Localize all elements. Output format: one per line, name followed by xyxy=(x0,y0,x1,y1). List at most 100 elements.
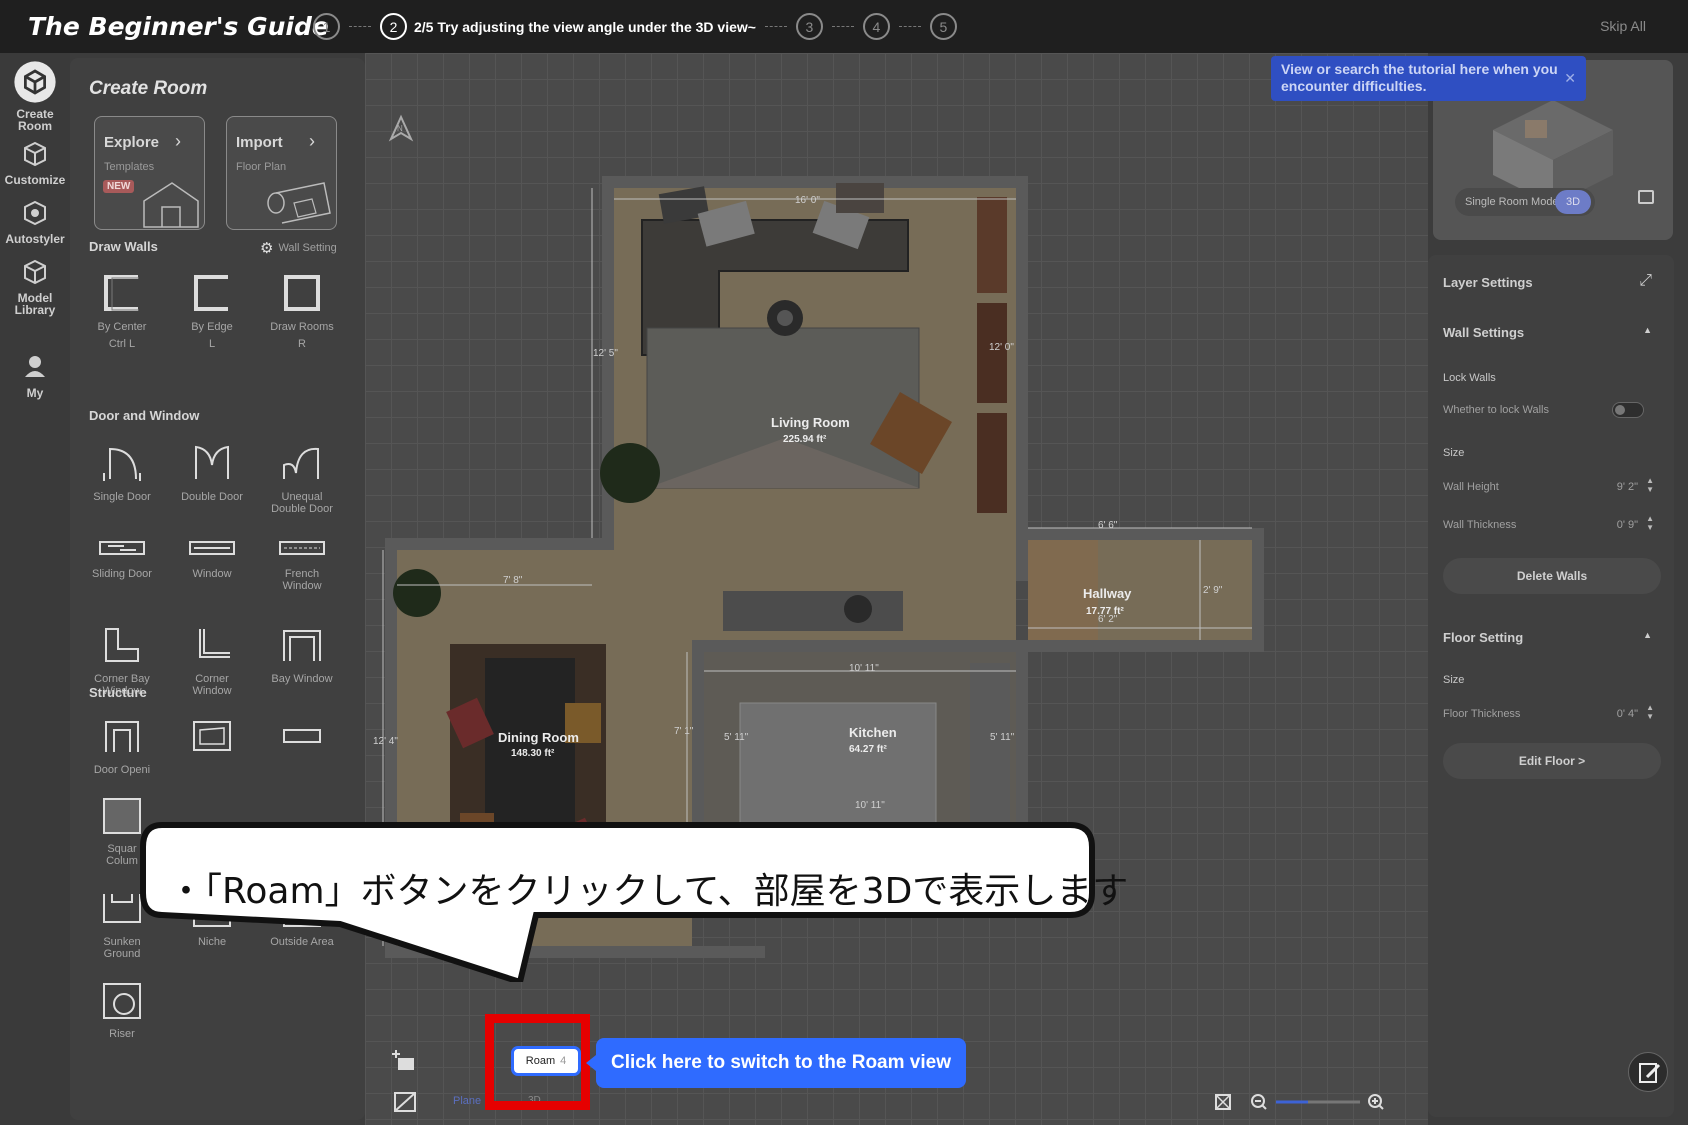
properties-panel: Layer Settings ⤢ Wall Settings ▲ Lock Wa… xyxy=(1428,255,1674,1117)
dim-label: 12' 4" xyxy=(373,736,398,747)
tool-single-door[interactable]: Single Door xyxy=(77,443,167,503)
tool-sliding-door[interactable]: Sliding Door xyxy=(77,536,167,580)
floor-thickness-stepper[interactable]: ▲ ▼ xyxy=(1646,703,1654,721)
collapse-icon[interactable]: ▲ xyxy=(1643,325,1652,335)
rail-model-library[interactable]: Model Library xyxy=(0,256,70,316)
tool-corner-window[interactable]: Corner Window xyxy=(167,625,257,697)
floor-thickness-label: Floor Thickness xyxy=(1443,708,1521,720)
unequal-double-door-icon xyxy=(283,447,319,479)
layer-settings-heading: Layer Settings xyxy=(1443,275,1533,290)
sliding-door-icon xyxy=(99,541,145,555)
blueprint-roll-icon xyxy=(267,182,331,224)
card-title: Explore xyxy=(104,134,160,151)
square-column-icon xyxy=(103,798,141,834)
roam-shortcut: 4 xyxy=(560,1055,567,1067)
tool-label: Window xyxy=(282,580,322,592)
import-floor-plan-card[interactable]: Import › Floor Plan xyxy=(226,116,337,230)
floor-add-icon[interactable] xyxy=(392,1048,418,1072)
roam-button[interactable]: Roam 4 xyxy=(511,1046,581,1076)
room-name: Hallway xyxy=(1083,586,1132,601)
plane-view-tab[interactable]: Plane xyxy=(453,1095,481,1107)
tool-double-door[interactable]: Double Door xyxy=(167,443,257,503)
delete-walls-button[interactable]: Delete Walls xyxy=(1443,558,1661,594)
rail-label: My xyxy=(26,386,44,400)
tool-draw-rooms[interactable]: Draw Rooms R xyxy=(257,273,347,350)
tool-door-opening[interactable]: Door Openi xyxy=(77,716,167,776)
3d-view-toggle[interactable]: 3D xyxy=(1555,190,1591,214)
external-window-icon[interactable] xyxy=(1638,190,1654,204)
layer-toggle-icon[interactable] xyxy=(392,1090,418,1114)
tool-window[interactable]: Window xyxy=(167,536,257,580)
rail-create-room[interactable]: Create Room xyxy=(0,60,70,132)
dim-label: 10' 11" xyxy=(849,663,879,674)
room-name: Kitchen xyxy=(849,725,897,740)
step-divider xyxy=(898,26,921,27)
wall-setting-label: Wall Setting xyxy=(278,242,337,254)
wall-setting-button[interactable]: ⚙ Wall Setting xyxy=(260,239,337,257)
dim-label: 12' 5" xyxy=(593,348,618,359)
bubble-text: ・「Roam」ボタンをクリックして、部屋を3Dで表示します xyxy=(168,871,1129,912)
new-badge: NEW xyxy=(103,180,135,193)
step-1[interactable]: 1 xyxy=(313,13,340,40)
wall-height-label: Wall Height xyxy=(1443,481,1499,493)
tool-wall-niche-2[interactable] xyxy=(167,716,257,764)
tool-label: By Edge xyxy=(191,321,233,333)
tool-riser[interactable]: Riser xyxy=(77,980,167,1040)
room-name: Living Room xyxy=(771,415,850,430)
zoom-controls[interactable] xyxy=(1210,1090,1395,1114)
edit-note-icon xyxy=(1639,1063,1661,1083)
step-3[interactable]: 3 xyxy=(795,13,823,40)
room-area: 148.30 ft² xyxy=(511,748,555,759)
dim-label: 10' 11" xyxy=(855,800,885,811)
feedback-button[interactable] xyxy=(1628,1052,1668,1092)
expand-icon[interactable]: ⤢ xyxy=(1639,272,1652,290)
wall-thickness-stepper[interactable]: ▲ ▼ xyxy=(1646,514,1654,532)
collapse-icon[interactable]: ▲ xyxy=(1643,630,1652,640)
top-bar: The Beginner's Guide 1 2 2/5 Try adjusti… xyxy=(0,0,1688,53)
rail-my[interactable]: My xyxy=(0,351,70,399)
step-4[interactable]: 4 xyxy=(862,13,890,40)
room-area: 64.27 ft² xyxy=(849,744,887,755)
dim-label: 7' 1" xyxy=(674,726,694,737)
dim-label: 6' 6" xyxy=(1098,520,1118,531)
sunken-ground-icon xyxy=(103,894,141,923)
card-subtitle: Templates xyxy=(104,161,155,173)
tool-beam[interactable] xyxy=(257,716,347,764)
explore-templates-card[interactable]: Explore › Templates NEW xyxy=(94,116,205,230)
rail-label: Library xyxy=(14,303,56,317)
floor-size-label: Size xyxy=(1443,674,1465,686)
tool-wall-by-edge[interactable]: By Edge L xyxy=(167,273,257,350)
chevron-right-icon: › xyxy=(175,131,181,151)
edit-floor-button[interactable]: Edit Floor > xyxy=(1443,743,1661,779)
tool-unequal-double-door[interactable]: Unequal Double Door xyxy=(257,443,347,515)
dim-label: 12' 0" xyxy=(989,342,1014,353)
corner-bay-window-icon xyxy=(105,628,139,662)
step-divider xyxy=(349,26,371,27)
customize-icon xyxy=(24,141,46,167)
step-5[interactable]: 5 xyxy=(929,13,957,40)
step-2[interactable]: 2 xyxy=(380,13,407,40)
room-area: 17.77 ft² xyxy=(1086,606,1124,617)
tool-wall-by-center[interactable]: By Center Ctrl L xyxy=(77,273,167,350)
card-title: Import xyxy=(236,134,283,151)
double-door-icon xyxy=(195,445,229,479)
lock-walls-toggle[interactable] xyxy=(1612,402,1644,418)
wall-by-center-icon xyxy=(104,275,139,311)
draw-rooms-icon xyxy=(284,275,320,311)
current-step-text: 2/5 Try adjusting the view angle under t… xyxy=(414,18,756,35)
tutorial-tooltip-text: View or search the tutorial here when yo… xyxy=(1281,61,1558,94)
rail-label: Room xyxy=(18,119,52,133)
panel-title: Create Room xyxy=(89,78,208,99)
dim-label: 5' 11" xyxy=(724,732,749,743)
rail-autostyler[interactable]: Autostyler xyxy=(0,197,70,245)
skip-all-button[interactable]: Skip All xyxy=(1600,18,1646,34)
rail-customize[interactable]: Customize xyxy=(0,138,70,186)
wall-height-value[interactable]: 9' 2" xyxy=(1617,481,1638,493)
tool-french-window[interactable]: French Window xyxy=(257,536,347,592)
wall-thickness-value[interactable]: 0' 9" xyxy=(1617,519,1638,531)
close-icon[interactable]: ✕ xyxy=(1564,70,1576,87)
wall-height-stepper[interactable]: ▲ ▼ xyxy=(1646,476,1654,494)
floor-thickness-value[interactable]: 0' 4" xyxy=(1617,708,1638,720)
corner-window-icon xyxy=(199,629,230,658)
tool-bay-window[interactable]: Bay Window xyxy=(257,625,347,685)
